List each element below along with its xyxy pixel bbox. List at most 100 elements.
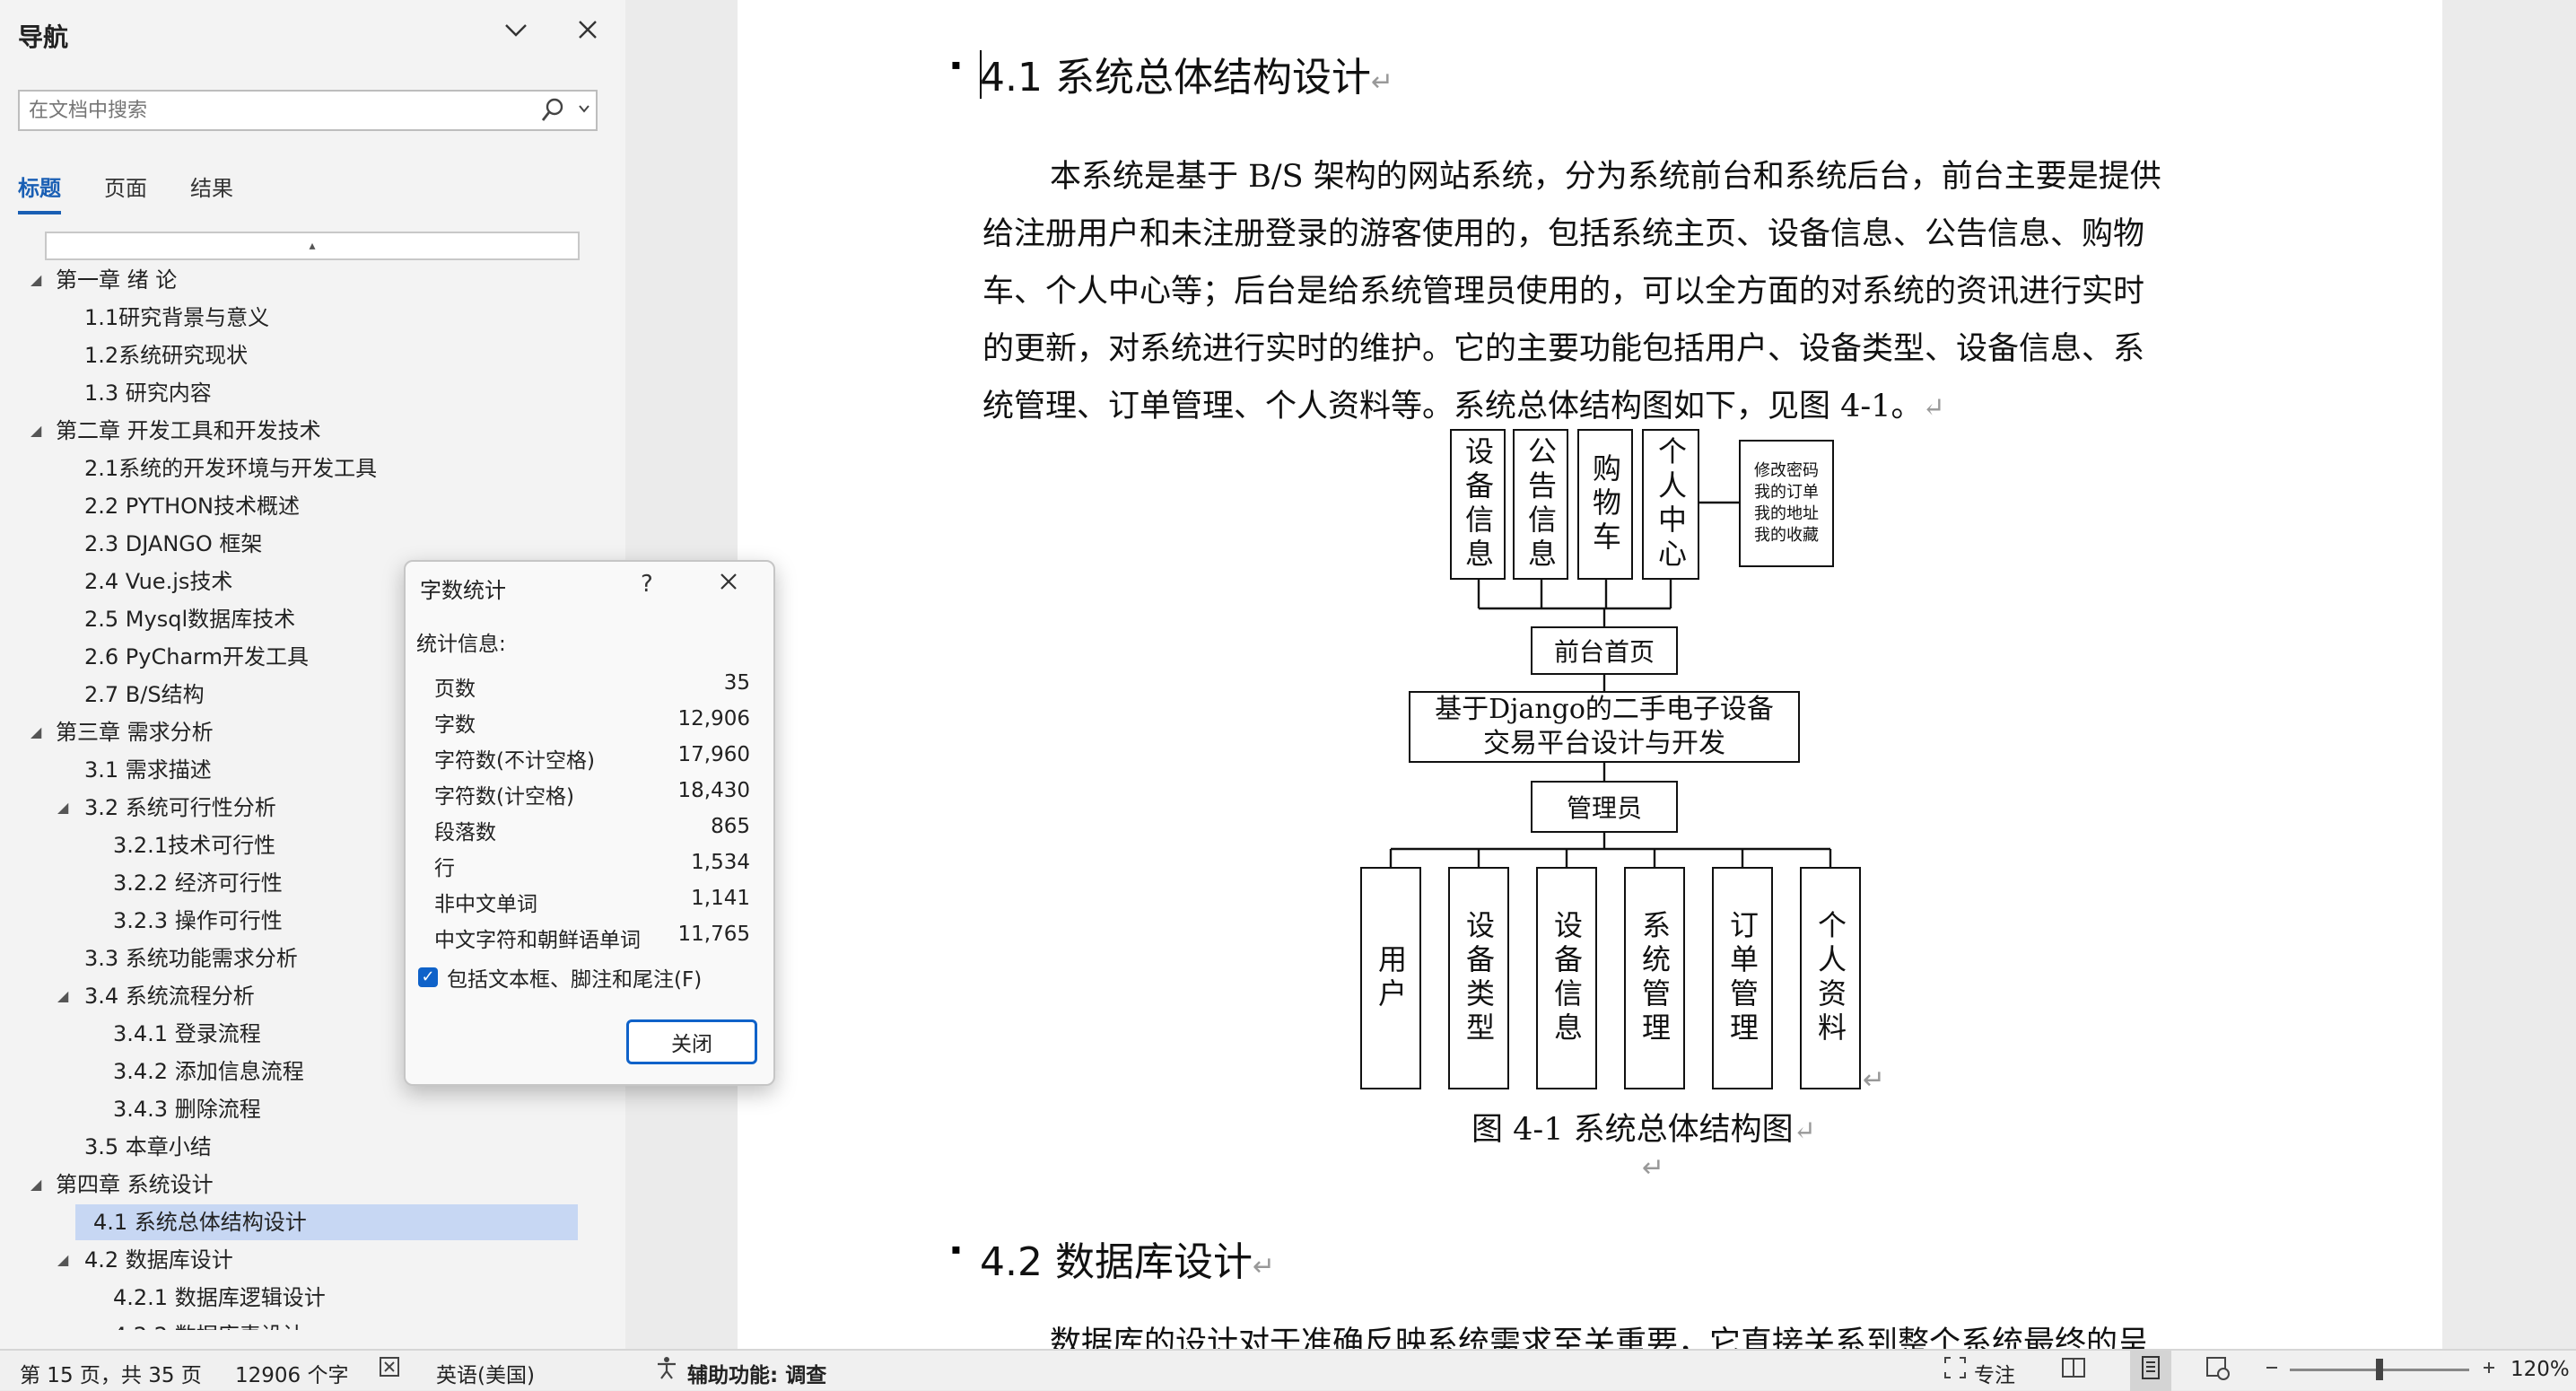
stat-row: 字符数(不计空格) 17,960 <box>434 743 757 777</box>
paragraph-marker: ▪ <box>951 1240 961 1257</box>
nav-heading-item[interactable]: ◢ 第二章 开发工具和开发技术 <box>0 413 625 449</box>
status-zoom[interactable]: 120% <box>2511 1358 2570 1381</box>
nav-heading-label: 4.1 系统总体结构设计 <box>93 1210 307 1235</box>
chevron-down-icon[interactable] <box>502 16 529 49</box>
paragraph-cut-line[interactable]: 数据库的设计对于准确反映系统需求至关重要，它直接关系到整个系统最终的呈 <box>1050 1317 2234 1349</box>
paragraph-line-2[interactable]: 给注册用户和未注册登录的游客使用的，包括系统主页、设备信息、公告信息、购物 <box>982 208 2144 254</box>
collapse-triangle-icon[interactable]: ◢ <box>31 413 41 449</box>
node-order-management[interactable]: 订单管理 <box>1712 867 1773 1089</box>
status-language[interactable]: 英语(美国) <box>436 1358 535 1388</box>
paragraph-line-5[interactable]: 统管理、订单管理、个人资料等。系统总体结构图如下，见图 4-1。↵ <box>982 381 1945 426</box>
nav-heading-item[interactable]: 1.1研究背景与意义 <box>0 300 625 336</box>
node-personal-data[interactable]: 个人资料 <box>1800 867 1861 1089</box>
search-icon[interactable] <box>540 97 565 130</box>
nav-heading-label: 1.2系统研究现状 <box>84 343 249 368</box>
node-device-types[interactable]: 设备类型 <box>1448 867 1509 1089</box>
nav-heading-item[interactable]: ◢ 第一章 绪 论 <box>0 262 625 298</box>
status-focus[interactable]: 专注 <box>1974 1358 2015 1388</box>
nav-heading-label: 3.2.2 经济可行性 <box>113 870 283 896</box>
read-mode-icon[interactable] <box>2060 1354 2087 1387</box>
nav-heading-label: 第四章 系统设计 <box>56 1172 214 1197</box>
heading-4-2[interactable]: 4.2 数据库设计↵ <box>980 1229 1275 1287</box>
stat-label: 字符数(不计空格) <box>434 749 595 773</box>
nav-heading-label: 4.2 数据库设计 <box>84 1247 233 1273</box>
zoom-slider-handle[interactable] <box>2376 1359 2383 1380</box>
node-users[interactable]: 用户 <box>1360 867 1421 1089</box>
nav-heading-label: 3.2 系统可行性分析 <box>84 795 276 820</box>
nav-heading-item[interactable]: 3.4.3 删除流程 <box>0 1091 625 1127</box>
heading-4-1[interactable]: 4.1 系统总体结构设计↵ <box>980 45 1393 102</box>
status-word-count[interactable]: 12906 个字 <box>235 1358 348 1388</box>
tab-pages[interactable]: 页面 <box>104 171 147 214</box>
nav-heading-item[interactable]: 2.1系统的开发环境与开发工具 <box>0 451 625 486</box>
collapse-triangle-icon[interactable]: ◢ <box>31 262 41 298</box>
paragraph-mark: ↵ <box>1370 66 1394 98</box>
paragraph-marker: ▪ <box>951 56 961 73</box>
dialog-close-icon[interactable] <box>716 569 741 601</box>
tab-headings[interactable]: 标题 <box>18 171 61 214</box>
node-front-home[interactable]: 前台首页 <box>1531 626 1678 675</box>
search-box[interactable] <box>18 90 598 131</box>
nav-heading-label: 3.2.3 操作可行性 <box>113 908 283 933</box>
collapse-triangle-icon[interactable]: ◢ <box>57 978 68 1014</box>
heading-filter-bar[interactable]: ▴ <box>45 232 580 260</box>
node-cart[interactable]: 购物车 <box>1577 429 1633 580</box>
stat-label: 段落数 <box>434 821 496 844</box>
nav-heading-item[interactable]: 1.3 研究内容 <box>0 375 625 411</box>
stat-row: 段落数 865 <box>434 815 757 849</box>
stat-label: 字符数(计空格) <box>434 785 574 809</box>
paragraph-line-4[interactable]: 的更新，对系统进行实时的维护。它的主要功能包括用户、设备类型、设备信息、系 <box>982 323 2144 369</box>
paragraph-line-1[interactable]: 本系统是基于 B/S 架构的网站系统，分为系统前台和系统后台，前台主要是提供 <box>1050 151 2161 197</box>
check-icon: ✓ <box>418 967 438 987</box>
accessibility-icon[interactable] <box>653 1354 680 1387</box>
nav-heading-label: 3.3 系统功能需求分析 <box>84 946 298 971</box>
submenu-my-orders: 我的订单 <box>1754 483 1819 502</box>
nav-heading-label: 2.5 Mysql数据库技术 <box>84 607 296 632</box>
node-personal-submenu[interactable]: 修改密码 我的订单 我的地址 我的收藏 <box>1739 440 1834 567</box>
zoom-out-icon[interactable] <box>2261 1354 2283 1387</box>
collapse-triangle-icon[interactable]: ◢ <box>57 1242 68 1278</box>
collapse-triangle-icon[interactable]: ◢ <box>57 790 68 826</box>
nav-heading-item[interactable]: ◢ 第四章 系统设计 <box>0 1167 625 1203</box>
node-label: 设备信息 <box>1550 910 1584 1046</box>
status-accessibility[interactable]: 辅助功能: 调查 <box>687 1358 826 1388</box>
status-page[interactable]: 第 15 页，共 35 页 <box>20 1358 202 1388</box>
zoom-slider[interactable] <box>2290 1359 2469 1380</box>
nav-heading-label: 2.1系统的开发环境与开发工具 <box>84 456 378 481</box>
nav-heading-item[interactable]: 4.1 系统总体结构设计 <box>75 1204 578 1240</box>
nav-heading-item[interactable]: 2.3 DJANGO 框架 <box>0 526 625 562</box>
node-system-management[interactable]: 系统管理 <box>1624 867 1685 1089</box>
search-options-chevron-icon[interactable] <box>578 101 590 119</box>
proofing-icon[interactable] <box>377 1354 404 1387</box>
node-device-info-back[interactable]: 设备信息 <box>1536 867 1597 1089</box>
collapse-triangle-icon[interactable]: ◢ <box>31 1167 41 1203</box>
search-input[interactable] <box>20 92 533 129</box>
nav-heading-label: 1.3 研究内容 <box>84 381 212 406</box>
focus-icon[interactable] <box>1942 1354 1969 1387</box>
help-icon[interactable]: ? <box>641 571 653 598</box>
close-button[interactable]: 关闭 <box>626 1019 757 1064</box>
close-icon[interactable] <box>574 16 601 49</box>
collapse-triangle-icon[interactable]: ◢ <box>31 714 41 750</box>
node-announcements[interactable]: 公告信息 <box>1513 429 1568 580</box>
web-layout-icon[interactable] <box>2204 1354 2231 1387</box>
nav-heading-item[interactable]: ◢ 4.2 数据库设计 <box>0 1242 625 1278</box>
include-textboxes-checkbox[interactable]: ✓ 包括文本框、脚注和尾注(F) <box>418 962 702 993</box>
node-personal-center[interactable]: 个人中心 <box>1642 429 1699 580</box>
nav-heading-item[interactable]: 4.2.1 数据库逻辑设计 <box>0 1280 625 1316</box>
nav-heading-item[interactable]: 1.2系统研究现状 <box>0 337 625 373</box>
figure-caption[interactable]: 图 4-1 系统总体结构图↵ <box>1471 1104 1816 1150</box>
stat-value: 17,960 <box>677 743 750 766</box>
figure-caption-text: 图 4-1 系统总体结构图 <box>1471 1112 1794 1148</box>
nav-heading-item[interactable]: 4.2.2 数据库表设计 <box>0 1317 625 1330</box>
zoom-in-icon[interactable] <box>2478 1354 2500 1387</box>
node-admin[interactable]: 管理员 <box>1531 781 1678 833</box>
paragraph-line-3[interactable]: 车、个人中心等；后台是给系统管理员使用的，可以全方面的对系统的资讯进行实时 <box>982 266 2144 311</box>
node-root-system[interactable]: 基于Django的二手电子设备 交易平台设计与开发 <box>1409 691 1800 763</box>
nav-heading-item[interactable]: 2.2 PYTHON技术概述 <box>0 488 625 524</box>
node-label: 设备信息 <box>1461 436 1495 573</box>
node-device-info-front[interactable]: 设备信息 <box>1450 429 1506 580</box>
tab-results[interactable]: 结果 <box>190 171 233 214</box>
nav-heading-item[interactable]: 3.5 本章小结 <box>0 1129 625 1165</box>
print-layout-icon[interactable] <box>2130 1351 2171 1391</box>
